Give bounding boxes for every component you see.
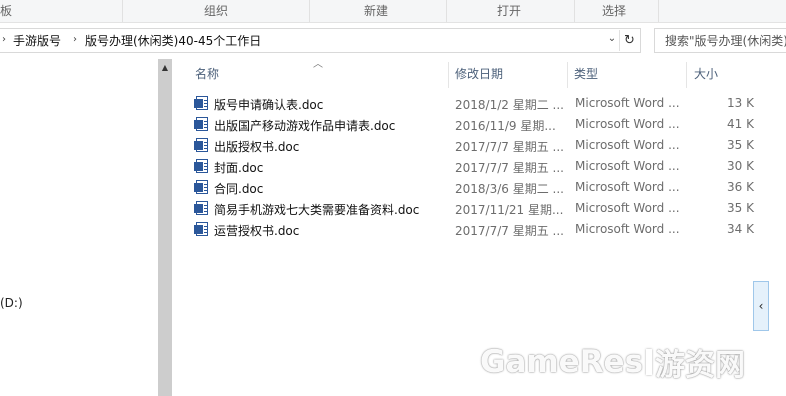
file-name[interactable]: 版号申请确认表.doc [214,96,323,113]
file-size: 41 K [727,117,754,131]
file-type: Microsoft Word ... [575,180,680,194]
word-doc-icon [194,159,208,173]
ribbon-divider [309,0,310,22]
file-type: Microsoft Word ... [575,138,680,152]
file-row[interactable]: 合同.doc 2018/3/6 星期二 ... Microsoft Word .… [189,177,769,198]
file-size: 36 K [727,180,754,194]
file-size: 35 K [727,138,754,152]
ribbon-divider [446,0,447,22]
file-size: 35 K [727,201,754,215]
breadcrumb-current[interactable]: 版号办理(休闲类)40-45个工作日 [85,32,261,49]
breadcrumb-separator-icon[interactable]: › [2,34,6,45]
file-row[interactable]: 出版国产移动游戏作品申请表.doc 2016/11/9 星期... Micros… [189,114,769,135]
file-name[interactable]: 出版授权书.doc [214,138,299,155]
file-type: Microsoft Word ... [575,201,680,215]
file-size: 34 K [727,222,754,236]
file-date: 2018/1/2 星期二 ... [455,98,564,112]
word-doc-icon [194,138,208,152]
file-name[interactable]: 出版国产移动游戏作品申请表.doc [214,117,395,134]
file-date: 2017/11/21 星期... [455,203,564,217]
ribbon-divider [574,0,575,22]
ribbon-group-labels: 板 组织 新建 打开 选择 [0,0,786,23]
navigation-pane: (D:) ▲ [0,56,172,396]
file-row[interactable]: 运营授权书.doc 2017/7/7 星期五 ... Microsoft Wor… [189,219,769,240]
file-row[interactable]: 简易手机游戏七大类需要准备资料.doc 2017/11/21 星期... Mic… [189,198,769,219]
word-doc-icon [194,201,208,215]
file-date: 2017/7/7 星期五 ... [455,224,564,238]
ribbon-group-open: 打开 [497,4,522,18]
ribbon-divider [122,0,123,22]
file-row[interactable]: 出版授权书.doc 2017/7/7 星期五 ... Microsoft Wor… [189,135,769,156]
file-name[interactable]: 封面.doc [214,159,263,176]
column-header-size[interactable]: 大小 [688,62,768,86]
word-doc-icon [194,117,208,131]
address-bar[interactable]: › 手游版号 › 版号办理(休闲类)40-45个工作日 ⌄ ↻ [0,28,641,53]
column-header-type[interactable]: 类型 [568,62,686,86]
ribbon-group-new: 新建 [364,4,389,18]
right-edge [769,56,786,396]
column-divider[interactable] [686,62,687,88]
file-name[interactable]: 合同.doc [214,180,263,197]
search-input[interactable]: 搜索"版号办理(休闲类) [654,28,786,53]
ribbon-group-clipboard: 板 [0,4,13,18]
nav-scrollbar[interactable]: ▲ [158,59,172,396]
word-doc-icon [194,222,208,236]
watermark-cn: 游资网 [655,348,746,383]
file-row[interactable]: 版号申请确认表.doc 2018/1/2 星期二 ... Microsoft W… [189,93,769,114]
watermark-dot [646,349,653,375]
chevron-down-icon[interactable]: ⌄ [605,33,619,49]
watermark-en: GameRes [480,344,644,380]
refresh-icon[interactable]: ↻ [619,30,639,51]
nav-item-drive-d[interactable]: (D:) [0,296,23,310]
ribbon-group-organize: 组织 [204,4,229,18]
file-type: Microsoft Word ... [575,159,680,173]
word-doc-icon [194,96,208,110]
column-header-date[interactable]: 修改日期 [449,62,567,86]
file-size: 30 K [727,159,754,173]
search-placeholder: 搜索"版号办理(休闲类) [665,34,786,48]
file-row[interactable]: 封面.doc 2017/7/7 星期五 ... Microsoft Word .… [189,156,769,177]
file-type: Microsoft Word ... [575,96,680,110]
chevron-left-icon[interactable]: ‹ [753,281,769,331]
file-name[interactable]: 运营授权书.doc [214,222,299,239]
file-date: 2016/11/9 星期... [455,119,556,133]
watermark: GameRes 游资网 [480,340,745,384]
file-size: 13 K [727,96,754,110]
breadcrumb-separator-icon[interactable]: › [73,34,77,45]
file-date: 2017/7/7 星期五 ... [455,161,564,175]
column-header-name[interactable]: 名称 [189,62,448,86]
file-type: Microsoft Word ... [575,117,680,131]
file-name[interactable]: 简易手机游戏七大类需要准备资料.doc [214,201,419,218]
scroll-up-arrow-icon[interactable]: ▲ [158,61,172,75]
nav-scroll-thumb[interactable] [158,59,172,396]
address-row: › 手游版号 › 版号办理(休闲类)40-45个工作日 ⌄ ↻ 搜索"版号办理(… [0,27,786,55]
file-type: Microsoft Word ... [575,222,680,236]
ribbon-group-select: 选择 [602,4,627,18]
file-date: 2018/3/6 星期二 ... [455,182,564,196]
breadcrumb-item[interactable]: 手游版号 [13,32,61,49]
word-doc-icon [194,180,208,194]
file-date: 2017/7/7 星期五 ... [455,140,564,154]
ribbon-divider [658,0,659,22]
